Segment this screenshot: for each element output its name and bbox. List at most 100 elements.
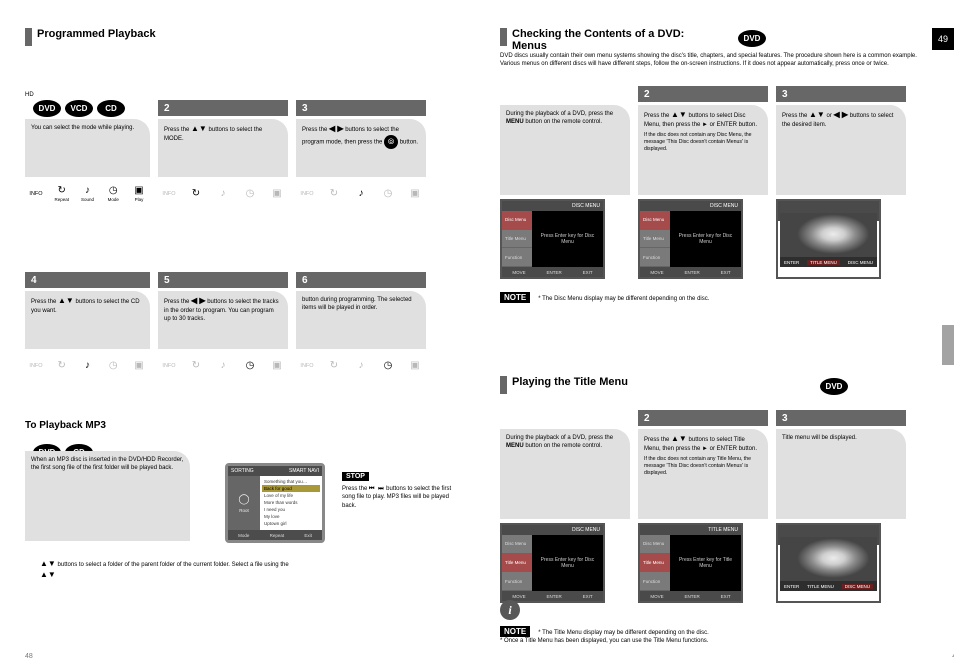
osd-side-item: Function xyxy=(502,572,532,591)
title-step1: During the playback of a DVD, press the … xyxy=(500,429,630,519)
dolphin-image xyxy=(780,537,877,581)
section-title-titlemenu: Playing the Title Menu xyxy=(512,376,628,388)
bar-enter: ENTER xyxy=(784,260,799,265)
arrow-up-down-icon: ▲▼ xyxy=(58,296,74,305)
play-icon: ▣Play xyxy=(130,185,148,203)
note-text: * The Disc Menu display may be different… xyxy=(538,296,709,302)
osd-side-item: Function xyxy=(640,572,670,591)
osd-side-item: Title Menu xyxy=(502,230,532,249)
disc-intro: DVD discs usually contain their own menu… xyxy=(500,52,920,69)
disc-step3: Press the ▲▼ or ◀ ▶ buttons to select th… xyxy=(776,105,906,195)
step2-pre: Press the xyxy=(164,127,191,133)
disc-osd-photo: ENTER TITLE MENU DISC MENU xyxy=(776,199,881,279)
dolphin-image xyxy=(780,213,877,257)
play-icon: ▣ xyxy=(268,357,286,375)
info-icon: INFO xyxy=(27,185,45,203)
section-title-programmed: Programmed Playback xyxy=(37,28,156,40)
bar-disc-menu: DISC MENU xyxy=(842,584,873,589)
osd-side-item: Title Menu xyxy=(640,230,670,249)
mp3-osd-sorting: SORTING xyxy=(231,468,254,474)
mp3-osd: SORTING SMART NAVI ◯ Root Something that… xyxy=(225,463,325,543)
step5-box: Press the ◀ ▶ buttons to select the trac… xyxy=(158,291,288,349)
clock-icon: ◷Mode xyxy=(104,185,122,203)
mp3-foot-repeat: Repeat xyxy=(270,533,285,538)
osd-foot: EXIT xyxy=(583,270,593,275)
hd-label: HD xyxy=(25,92,34,98)
bar-enter: ENTER xyxy=(784,584,799,589)
mp3-arrow-line1: buttons to select a folder of the parent… xyxy=(58,562,289,568)
disc-step3-pre: Press the xyxy=(782,113,809,119)
repeat-icon: ↻Repeat xyxy=(53,185,71,203)
info-icon: INFO xyxy=(298,357,316,375)
menu-key: MENU xyxy=(506,119,524,125)
disc-step2-warn: If the disc does not contain any Disc Me… xyxy=(644,132,762,153)
list-item: My love xyxy=(262,513,320,520)
osd-side-item: Title Menu xyxy=(640,554,670,573)
disc-step1-pre: During the playback of a DVD, press the xyxy=(506,111,613,117)
repeat-icon: ↻ xyxy=(53,357,71,375)
osd-side-item: Disc Menu xyxy=(502,535,532,554)
sound-icon: ♪ xyxy=(352,185,370,203)
repeat-icon: ↻ xyxy=(325,185,343,203)
osd-foot: MOVE xyxy=(512,270,525,275)
osd-header: TITLE MENU xyxy=(708,527,738,533)
step6-box: button during programming. The selected … xyxy=(296,291,426,349)
arrow-left-right-icon: ◀ ▶ xyxy=(191,296,206,305)
step2-header: 2 xyxy=(158,100,288,116)
clock-icon: ◷ xyxy=(104,357,122,375)
step4-box: Press the ▲▼ buttons to select the CD yo… xyxy=(25,291,150,349)
clock-icon: ◷ xyxy=(241,185,259,203)
icon-strip-5: INFO ↻ ♪ ◷ ▣ xyxy=(158,355,288,377)
title-step2-header: 2 xyxy=(638,410,768,426)
sound-icon: ♪Sound xyxy=(79,185,97,203)
osd-header: DISC MENU xyxy=(572,527,600,533)
title-step3-text: Title menu will be displayed. xyxy=(782,435,857,441)
enter-icon: ⦾ xyxy=(384,135,398,149)
arrow-up-down-icon: ▲▼ xyxy=(671,110,687,119)
play-icon: ▣ xyxy=(130,357,148,375)
osd-foot: ENTER xyxy=(546,270,561,275)
title-osd-photo: ENTER TITLE MENU DISC MENU xyxy=(776,523,881,603)
disc-step2-header: 2 xyxy=(638,86,768,102)
step4-pre: Press the xyxy=(31,299,58,305)
mp3-title: To Playback MP3 xyxy=(25,420,106,431)
bar-title-menu: TITLE MENU xyxy=(807,260,840,265)
info-icon: INFO xyxy=(298,185,316,203)
arrow-up-down-icon: ▲▼ xyxy=(40,570,56,579)
disc-step2-pre: Press the xyxy=(644,113,671,119)
arrow-left-right-icon: ◀ ▶ xyxy=(834,110,849,119)
osd-main: Press Enter key for Title Menu xyxy=(670,535,741,591)
list-item: Something that you… xyxy=(262,478,320,485)
step1-text: You can select the mode while playing. xyxy=(31,125,134,131)
mp3-osd-smartnavi: SMART NAVI xyxy=(289,468,319,474)
arrow-up-down-icon: ▲▼ xyxy=(671,434,687,443)
section-bar xyxy=(500,376,507,394)
osd-foot: EXIT xyxy=(721,594,731,599)
osd-foot: MOVE xyxy=(650,270,663,275)
sound-icon: ♪ xyxy=(79,357,97,375)
note-label: NOTE xyxy=(500,292,530,303)
title-osd-1: DISC MENU Disc Menu Title Menu Function … xyxy=(500,523,605,603)
section-bar xyxy=(500,28,507,46)
icon-strip-3: INFO ↻ ♪ ◷ ▣ xyxy=(296,183,426,205)
mp3-foot-mode: Mode xyxy=(238,533,249,538)
repeat-icon: ↻ xyxy=(187,357,205,375)
osd-foot: MOVE xyxy=(650,594,663,599)
mp3-root-label: Root xyxy=(239,508,249,513)
clock-icon: ◷ xyxy=(379,357,397,375)
osd-side-item: Function xyxy=(502,248,532,267)
list-item: Back for good xyxy=(262,485,320,492)
step3-header: 3 xyxy=(296,100,426,116)
info-circle-icon: i xyxy=(500,600,520,620)
osd-header: DISC MENU xyxy=(710,203,738,209)
list-item: More than words xyxy=(262,499,320,506)
play-icon: ▣ xyxy=(268,185,286,203)
mp3-step-text: When an MP3 disc is inserted in the DVD/… xyxy=(31,457,183,471)
step2-box: Press the ▲▼ buttons to select the MODE. xyxy=(158,119,288,177)
icon-strip-1: INFO ↻Repeat ♪Sound ◷Mode ▣Play xyxy=(25,183,150,205)
osd-header: DISC MENU xyxy=(572,203,600,209)
arrow-up-down-icon: ▲▼ xyxy=(191,124,207,133)
step5-pre: Press the xyxy=(164,299,191,305)
note-text: * The Title Menu display may be differen… xyxy=(500,630,709,644)
osd-foot: EXIT xyxy=(583,594,593,599)
